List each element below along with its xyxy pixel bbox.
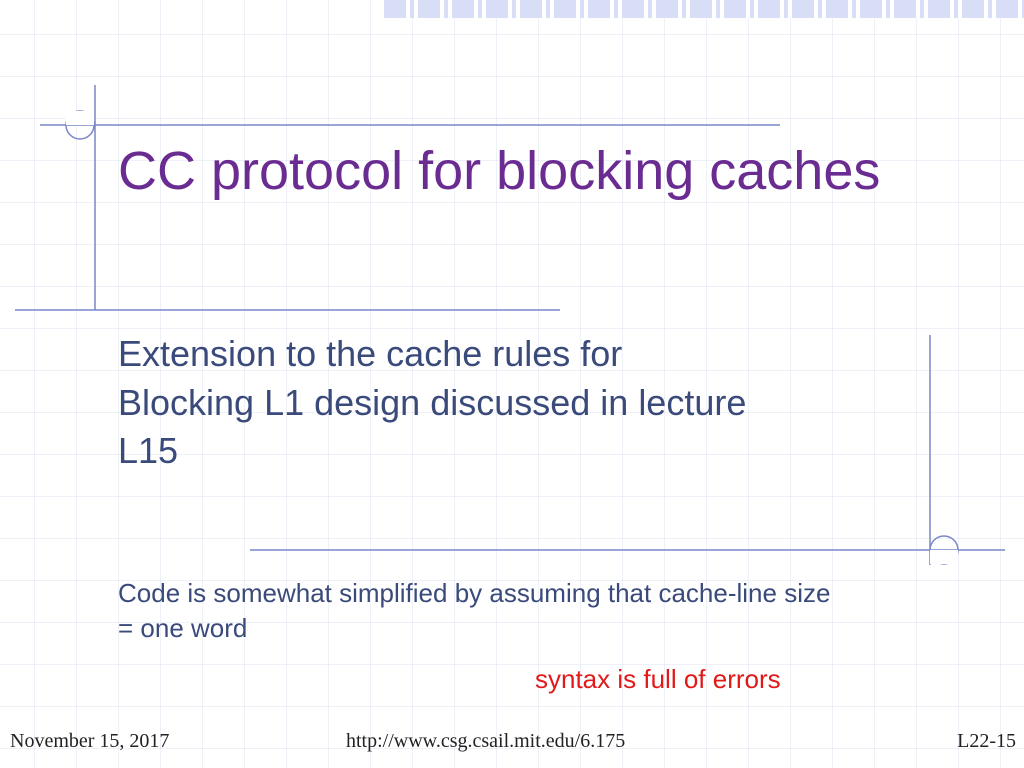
slide-subtitle: Extension to the cache rules for Blockin… [118,330,758,476]
footer-url: http://www.csg.csail.mit.edu/6.175 [346,730,625,753]
footer-page: L22-15 [957,730,1016,753]
slide-footer: November 15, 2017 http://www.csg.csail.m… [0,730,1024,758]
slide-title: CC protocol for blocking caches [118,138,898,206]
footer-date: November 15, 2017 [10,730,169,753]
slide-warning: syntax is full of errors [535,664,781,695]
top-accent-bar [384,0,1024,18]
slide-note: Code is somewhat simplified by assuming … [118,576,838,646]
